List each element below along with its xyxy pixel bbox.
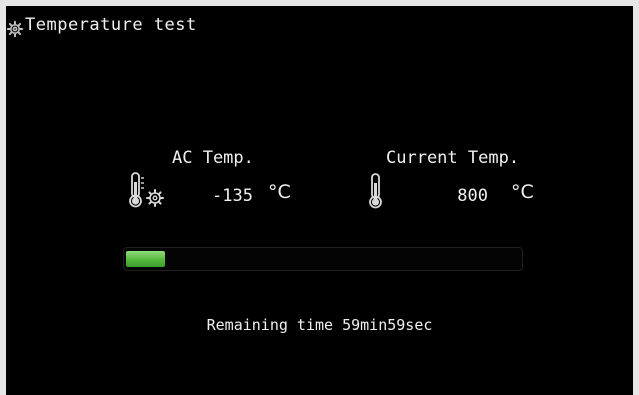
app-screen: Temperature test AC Temp. Current Temp. xyxy=(6,6,633,395)
current-temp-label: Current Temp. xyxy=(386,148,520,168)
current-temp-unit: °C xyxy=(511,181,534,203)
title-bar: Temperature test xyxy=(6,13,197,38)
thermometer-gear-icon xyxy=(129,172,164,208)
ac-temp-value: -135 xyxy=(212,186,253,206)
gear-icon xyxy=(6,20,24,38)
thermometer-icon xyxy=(369,173,382,209)
progress-bar xyxy=(123,247,523,271)
current-temp-value: 800 xyxy=(457,186,488,206)
window-title: Temperature test xyxy=(25,15,197,35)
ac-temp-unit: °C xyxy=(268,181,291,203)
progress-fill xyxy=(126,251,165,267)
remaining-time-text: Remaining time 59min59sec xyxy=(206,316,433,334)
ac-temp-label: AC Temp. xyxy=(172,148,254,168)
